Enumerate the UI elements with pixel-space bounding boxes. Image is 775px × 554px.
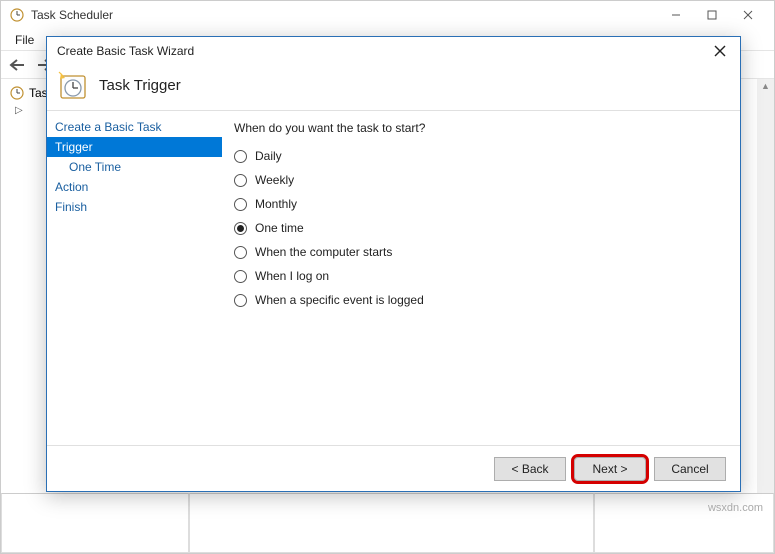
next-button[interactable]: Next > bbox=[574, 457, 646, 481]
task-scheduler-icon bbox=[9, 7, 25, 23]
clock-task-icon bbox=[57, 70, 89, 102]
option-label: Weekly bbox=[255, 173, 294, 187]
trigger-options: Daily Weekly Monthly One time When the c… bbox=[234, 149, 728, 307]
step-create-basic-task[interactable]: Create a Basic Task bbox=[47, 117, 222, 137]
option-label: Daily bbox=[255, 149, 282, 163]
right-scrollbar[interactable]: ▲ ▶ ▼ bbox=[757, 79, 774, 521]
bottom-panels bbox=[1, 493, 774, 553]
option-one-time[interactable]: One time bbox=[234, 221, 728, 235]
panel-mid bbox=[189, 493, 594, 553]
back-button[interactable]: < Back bbox=[494, 457, 566, 481]
step-finish[interactable]: Finish bbox=[47, 197, 222, 217]
radio-icon bbox=[234, 294, 247, 307]
option-label: When a specific event is logged bbox=[255, 293, 424, 307]
maximize-button[interactable] bbox=[694, 4, 730, 26]
back-arrow-icon[interactable] bbox=[7, 54, 29, 76]
close-button[interactable] bbox=[730, 4, 766, 26]
wizard-footer: < Back Next > Cancel bbox=[47, 445, 740, 491]
window-controls bbox=[658, 4, 766, 26]
wizard-close-button[interactable] bbox=[710, 41, 730, 61]
main-title-bar: Task Scheduler bbox=[1, 1, 774, 29]
minimize-button[interactable] bbox=[658, 4, 694, 26]
task-scheduler-icon bbox=[9, 85, 25, 101]
radio-icon bbox=[234, 150, 247, 163]
wizard-title-bar: Create Basic Task Wizard bbox=[47, 37, 740, 65]
trigger-prompt: When do you want the task to start? bbox=[234, 121, 728, 135]
menu-file[interactable]: File bbox=[7, 31, 42, 49]
cancel-button[interactable]: Cancel bbox=[654, 457, 726, 481]
wizard-title: Create Basic Task Wizard bbox=[57, 44, 710, 58]
option-weekly[interactable]: Weekly bbox=[234, 173, 728, 187]
option-daily[interactable]: Daily bbox=[234, 149, 728, 163]
app-title: Task Scheduler bbox=[31, 8, 658, 22]
step-action[interactable]: Action bbox=[47, 177, 222, 197]
tree-root-label: Tas bbox=[29, 86, 48, 100]
radio-icon bbox=[234, 174, 247, 187]
option-label: When the computer starts bbox=[255, 245, 392, 259]
option-monthly[interactable]: Monthly bbox=[234, 197, 728, 211]
wizard-content: When do you want the task to start? Dail… bbox=[222, 111, 740, 445]
expand-icon[interactable]: ▷ bbox=[15, 105, 25, 116]
step-trigger[interactable]: Trigger bbox=[47, 137, 222, 157]
wizard-steps: Create a Basic Task Trigger One Time Act… bbox=[47, 111, 222, 445]
wizard-body: Create a Basic Task Trigger One Time Act… bbox=[47, 111, 740, 445]
create-basic-task-wizard: Create Basic Task Wizard Task Trigger Cr… bbox=[46, 36, 741, 492]
radio-icon bbox=[234, 222, 247, 235]
wizard-header-title: Task Trigger bbox=[99, 77, 181, 94]
panel-left bbox=[1, 493, 189, 553]
option-computer-starts[interactable]: When the computer starts bbox=[234, 245, 728, 259]
scroll-up-icon[interactable]: ▲ bbox=[761, 81, 770, 91]
watermark: wsxdn.com bbox=[708, 502, 763, 514]
step-one-time[interactable]: One Time bbox=[47, 157, 222, 177]
option-label: One time bbox=[255, 221, 304, 235]
radio-icon bbox=[234, 270, 247, 283]
radio-icon bbox=[234, 246, 247, 259]
option-event-logged[interactable]: When a specific event is logged bbox=[234, 293, 728, 307]
radio-icon bbox=[234, 198, 247, 211]
option-log-on[interactable]: When I log on bbox=[234, 269, 728, 283]
option-label: Monthly bbox=[255, 197, 297, 211]
wizard-header: Task Trigger bbox=[47, 65, 740, 111]
option-label: When I log on bbox=[255, 269, 329, 283]
